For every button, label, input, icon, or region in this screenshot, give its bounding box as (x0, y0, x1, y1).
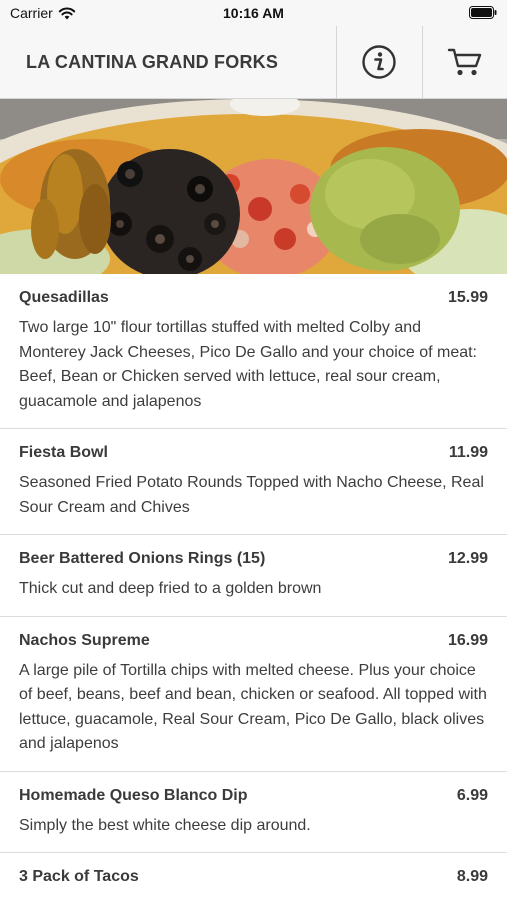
menu-item[interactable]: Homemade Queso Blanco Dip 6.99 Simply th… (0, 772, 507, 853)
battery-icon (469, 6, 497, 19)
menu-item[interactable]: 3 Pack of Tacos 8.99 (0, 853, 507, 900)
item-name: Homemade Queso Blanco Dip (19, 786, 248, 804)
menu-item[interactable]: Nachos Supreme 16.99 A large pile of Tor… (0, 617, 507, 772)
item-description: Seasoned Fried Potato Rounds Topped with… (19, 474, 484, 516)
item-price: 8.99 (456, 868, 488, 885)
app-header: LA CANTINA GRAND FORKS (0, 26, 507, 99)
info-circle-icon (362, 45, 396, 79)
menu-item[interactable]: Quesadillas 15.99 Two large 10" flour to… (0, 274, 507, 429)
menu-item[interactable]: Beer Battered Onions Rings (15) 12.99 Th… (0, 535, 507, 617)
item-description: Two large 10" flour tortillas stuffed wi… (19, 319, 477, 410)
item-description: Simply the best white cheese dip around. (19, 816, 311, 834)
status-bar: Carrier 10:16 AM (0, 0, 507, 26)
cart-button[interactable] (422, 26, 507, 98)
item-name: 3 Pack of Tacos (19, 868, 139, 885)
item-description: Thick cut and deep fried to a golden bro… (19, 580, 322, 597)
item-name: Nachos Supreme (19, 631, 150, 649)
status-time: 10:16 AM (223, 5, 284, 21)
menu-list: Quesadillas 15.99 Two large 10" flour to… (0, 274, 507, 900)
item-price: 15.99 (447, 289, 488, 306)
hero-food-image (0, 99, 507, 274)
item-description: A large pile of Tortilla chips with melt… (19, 661, 487, 753)
info-button[interactable] (336, 26, 421, 98)
item-name: Fiesta Bowl (19, 444, 108, 461)
item-price: 11.99 (448, 444, 488, 461)
restaurant-title: LA CANTINA GRAND FORKS (26, 52, 279, 72)
item-price: 6.99 (456, 786, 488, 804)
nachos-photo (0, 99, 507, 274)
menu-item[interactable]: Fiesta Bowl 11.99 Seasoned Fried Potato … (0, 429, 507, 535)
item-name: Beer Battered Onions Rings (15) (19, 550, 266, 567)
item-price: 12.99 (447, 550, 488, 567)
item-name: Quesadillas (19, 289, 109, 306)
item-price: 16.99 (447, 631, 488, 649)
shopping-cart-icon (447, 48, 482, 76)
